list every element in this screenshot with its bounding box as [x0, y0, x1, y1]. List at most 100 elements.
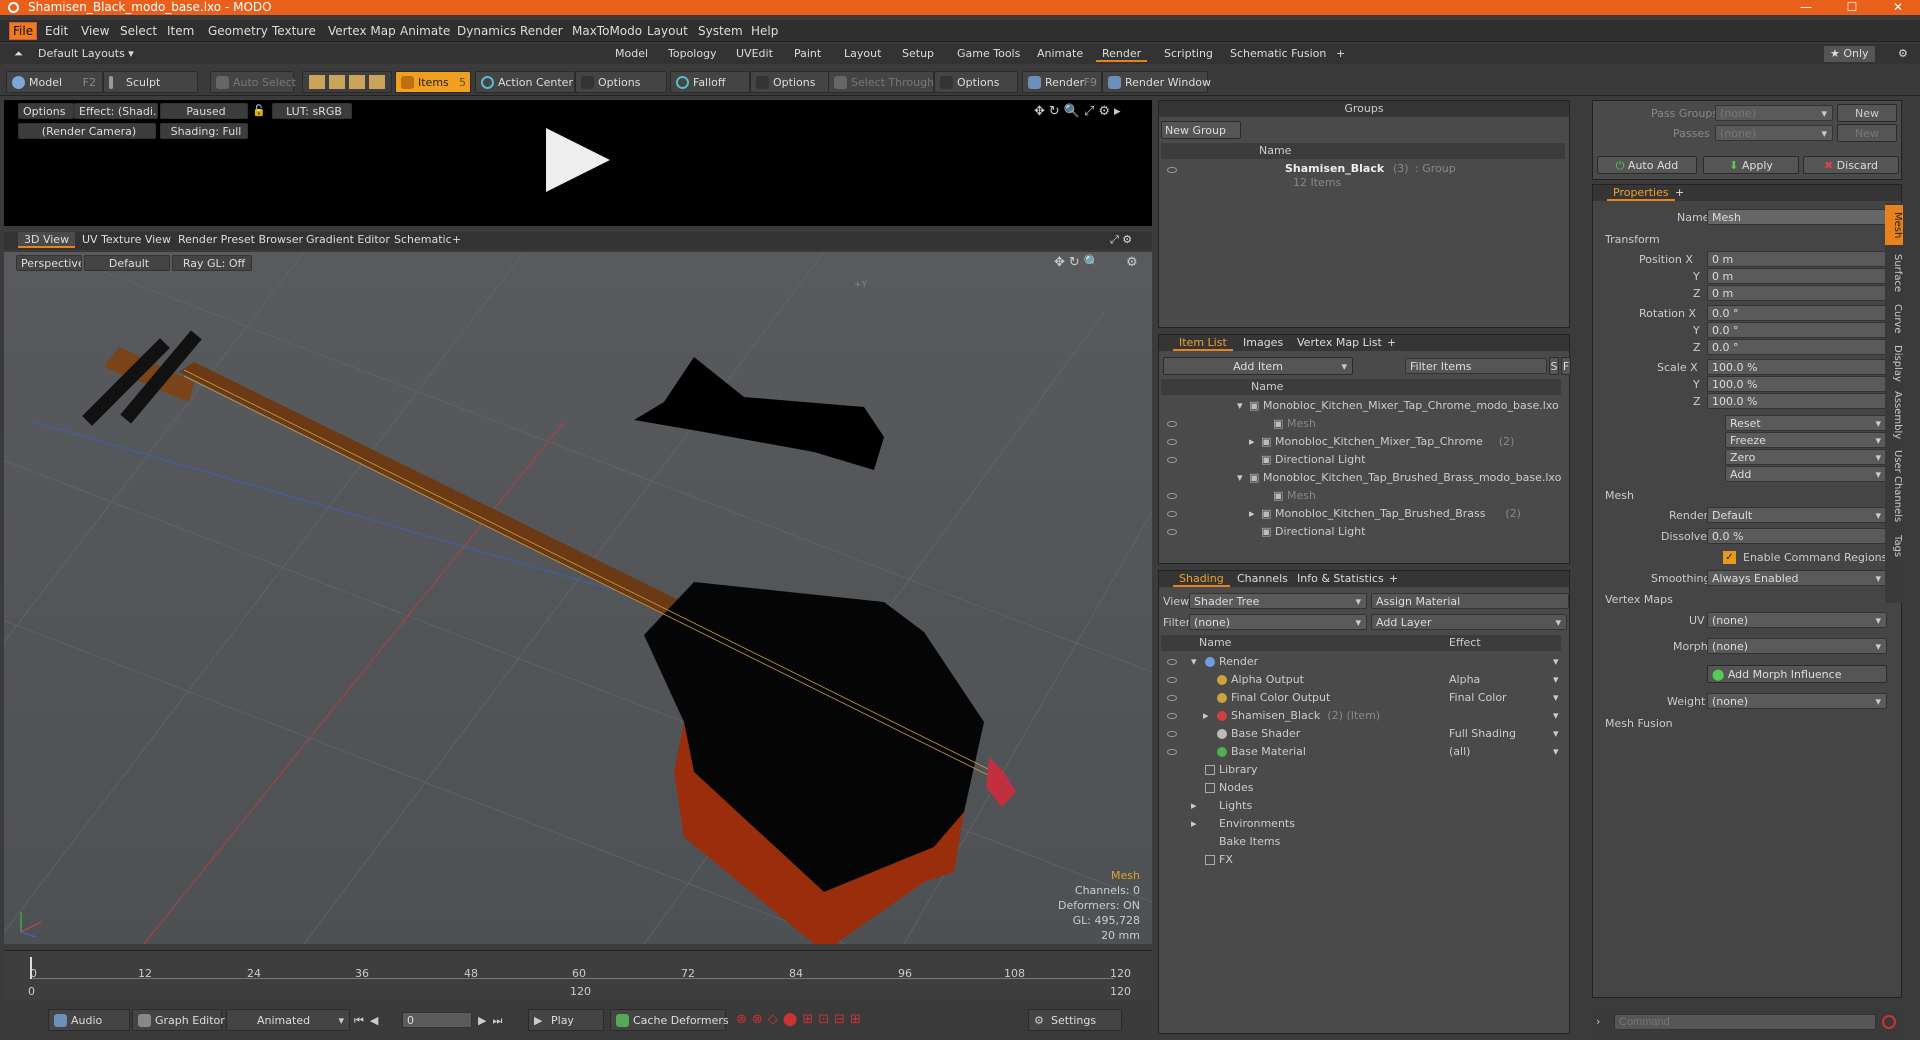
menu-animate[interactable]: Animate: [400, 24, 450, 38]
visibility-eye-icon[interactable]: [1167, 421, 1177, 427]
visibility-eye-icon[interactable]: [1167, 677, 1177, 683]
tab-shading[interactable]: Shading: [1173, 571, 1230, 587]
shader-tree-row[interactable]: ▸ Lights: [1161, 797, 1561, 815]
tab-render-preset-browser[interactable]: Render Preset Browser: [172, 232, 309, 248]
menu-dynamics[interactable]: Dynamics: [457, 24, 516, 38]
lock-icon[interactable]: 🔓: [252, 104, 266, 117]
expand-arrow-icon[interactable]: ▾: [1237, 469, 1243, 487]
vertex-maps-section[interactable]: Vertex Maps: [1605, 593, 1673, 606]
3d-viewport[interactable]: Perspective Default Ray GL: Off ✥↻🔍 ⚙ +Y…: [4, 252, 1152, 944]
viewport-maximize-icon[interactable]: ⤢ ⚙: [1104, 232, 1138, 248]
preview-effect-dropdown[interactable]: Effect: (Shadi...: [74, 103, 158, 119]
item-list-row[interactable]: ▣ Directional Light: [1161, 523, 1561, 541]
select-through-options-button[interactable]: Options: [934, 71, 1018, 93]
animated-dropdown[interactable]: Animated: [226, 1009, 350, 1032]
command-expand-icon[interactable]: ›: [1596, 1015, 1600, 1028]
default-shading-dropdown[interactable]: Default: [84, 255, 170, 271]
freeze-dropdown[interactable]: Freeze: [1725, 432, 1887, 448]
mesh-fusion-section[interactable]: Mesh Fusion: [1605, 717, 1673, 730]
layout-tab-uvedit[interactable]: UVEdit: [730, 46, 779, 62]
playhead[interactable]: [30, 957, 32, 979]
item-list-row[interactable]: ▣ Mesh: [1161, 487, 1561, 505]
layout-tab-topology[interactable]: Topology: [662, 46, 723, 62]
auto-add-button[interactable]: ⏻ Auto Add: [1597, 156, 1697, 174]
visibility-eye-icon[interactable]: [1167, 529, 1177, 535]
range-end[interactable]: 120: [1110, 985, 1131, 998]
visibility-eye-icon[interactable]: [1167, 511, 1177, 517]
keyframe-controls[interactable]: ⊗⊗◇⬤⊞⊡⊟⊞: [736, 1012, 866, 1027]
layout-tab-render[interactable]: Render: [1096, 46, 1148, 62]
side-tab-curve[interactable]: Curve: [1885, 301, 1903, 337]
shader-tree-row[interactable]: Nodes: [1161, 779, 1561, 797]
shader-tree-row[interactable]: ▸ Environments: [1161, 815, 1561, 833]
zero-dropdown[interactable]: Zero: [1725, 449, 1887, 465]
menu-geometry[interactable]: Geometry: [208, 24, 268, 38]
effect-dropdown-icon[interactable]: ▾: [1553, 689, 1559, 707]
default-layouts-dropdown[interactable]: Default Layouts ▾: [32, 46, 140, 62]
side-tab-user-channels[interactable]: User Channels: [1885, 445, 1903, 527]
expand-arrow-icon[interactable]: ▸: [1249, 505, 1255, 523]
menu-view[interactable]: View: [81, 24, 109, 38]
visibility-eye-icon[interactable]: [1167, 749, 1177, 755]
layout-tab-model[interactable]: Model: [609, 46, 654, 62]
tab-properties[interactable]: Properties: [1607, 185, 1675, 201]
viewport-nav-controls[interactable]: ✥↻🔍: [1054, 255, 1104, 270]
current-frame-input[interactable]: 0: [402, 1012, 472, 1028]
only-toggle[interactable]: ★ Only: [1824, 46, 1875, 62]
item-name-input[interactable]: Mesh: [1707, 209, 1887, 225]
add-tab-button[interactable]: +: [1383, 571, 1404, 587]
reset-dropdown[interactable]: Reset: [1725, 415, 1887, 431]
tab-gradient-editor[interactable]: Gradient Editor: [300, 232, 396, 248]
maximize-button[interactable]: ☐: [1832, 0, 1872, 15]
visibility-eye-icon[interactable]: [1167, 713, 1177, 719]
layout-tab-game-tools[interactable]: Game Tools: [951, 46, 1026, 62]
viewport-gear-icon[interactable]: ⚙: [1126, 255, 1138, 270]
side-tab-tags[interactable]: Tags: [1885, 531, 1903, 561]
item-list-row[interactable]: ▣ Mesh: [1161, 415, 1561, 433]
add-tab-button[interactable]: +: [1381, 335, 1402, 351]
shader-tree-row[interactable]: Base Shader Full Shading ▾: [1161, 725, 1561, 743]
add-layout-tab-button[interactable]: +: [1330, 46, 1351, 62]
tab-item-list[interactable]: Item List: [1173, 335, 1233, 351]
menu-item[interactable]: Item: [167, 24, 194, 38]
model-mode-button[interactable]: Model F2: [6, 71, 103, 93]
side-tab-mesh[interactable]: Mesh: [1885, 205, 1903, 245]
effect-dropdown-icon[interactable]: ▾: [1553, 725, 1559, 743]
render-window-button[interactable]: Render Window: [1102, 71, 1211, 93]
shader-tree-row[interactable]: Alpha Output Alpha ▾: [1161, 671, 1561, 689]
add-item-dropdown[interactable]: Add Item: [1163, 357, 1353, 376]
shader-tree-row[interactable]: Final Color Output Final Color ▾: [1161, 689, 1561, 707]
edges-mode-icon[interactable]: [329, 75, 345, 89]
side-tab-assembly[interactable]: Assembly: [1885, 389, 1903, 441]
uv-dropdown[interactable]: (none): [1707, 612, 1887, 628]
add-viewport-tab-button[interactable]: +: [446, 232, 467, 248]
layouts-collapse-icon[interactable]: ⏶: [8, 46, 29, 62]
visibility-eye-icon[interactable]: [1167, 493, 1177, 499]
preview-camera-dropdown[interactable]: (Render Camera): [18, 123, 156, 139]
layout-tab-layout[interactable]: Layout: [838, 46, 887, 62]
vertices-mode-icon[interactable]: [309, 75, 325, 89]
tab-images[interactable]: Images: [1237, 335, 1289, 351]
passes-dropdown[interactable]: (none): [1715, 125, 1833, 141]
enable-command-regions-checkbox[interactable]: ✓: [1723, 551, 1736, 564]
raygl-dropdown[interactable]: Ray GL: Off: [172, 255, 252, 271]
layout-tab-animate[interactable]: Animate: [1031, 46, 1089, 62]
command-input[interactable]: [1614, 1014, 1876, 1030]
sculpt-mode-button[interactable]: Sculpt: [103, 71, 198, 93]
expand-arrow-icon[interactable]: ▸: [1191, 797, 1197, 815]
expand-arrow-icon[interactable]: ▾: [1237, 397, 1243, 415]
mesh-section[interactable]: Mesh: [1605, 489, 1634, 502]
position-z-field[interactable]: 0 m: [1707, 285, 1887, 301]
pass-groups-dropdown[interactable]: (none): [1715, 105, 1833, 121]
polygons-mode-icon[interactable]: [349, 75, 365, 89]
menu-system[interactable]: System: [698, 24, 743, 38]
dissolve-field[interactable]: 0.0 %: [1707, 528, 1887, 544]
scale-z-field[interactable]: 100.0 %: [1707, 393, 1887, 409]
rotation-x-field[interactable]: 0.0 °: [1707, 305, 1887, 321]
visibility-eye-icon[interactable]: [1167, 659, 1177, 665]
timeline[interactable]: 0 12 24 36 48 60 72 84 96 108 120 0 120 …: [4, 950, 1152, 1000]
render-dropdown[interactable]: Default: [1707, 507, 1887, 523]
shader-tree-row[interactable]: Library: [1161, 761, 1561, 779]
effect-dropdown-icon[interactable]: ▾: [1553, 653, 1559, 671]
filter-items-input[interactable]: Filter Items: [1405, 358, 1547, 374]
